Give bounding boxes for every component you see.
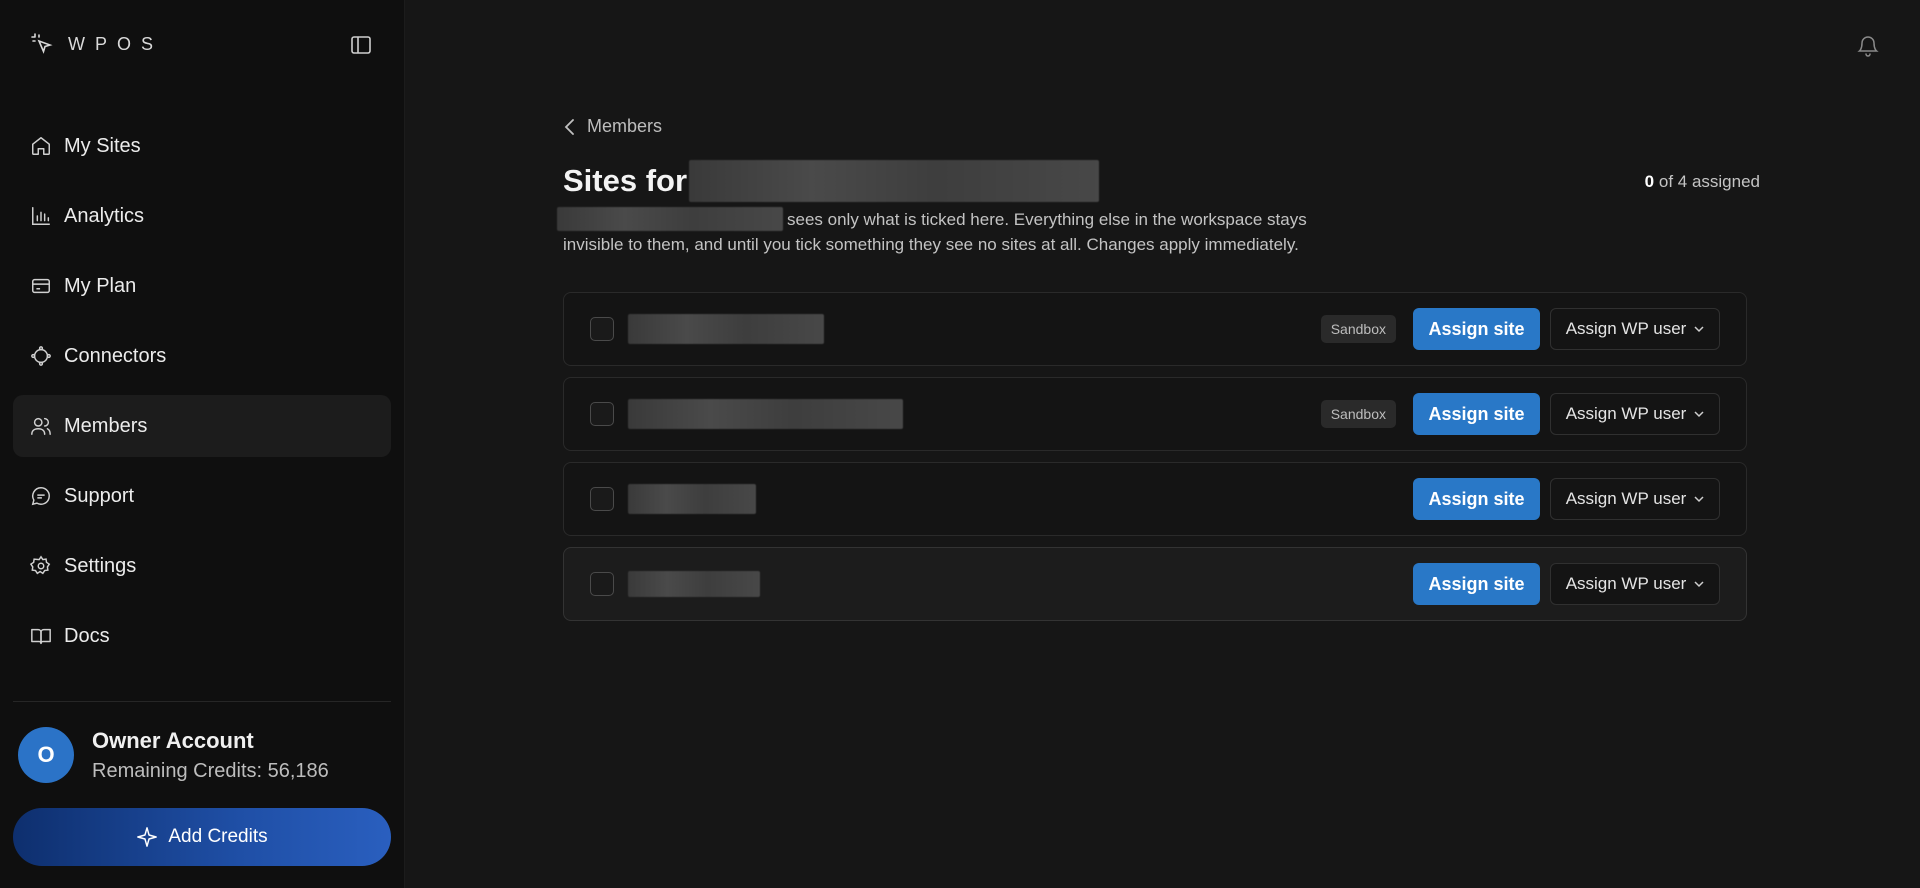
main-content: Members Sites for 0 of 4 assigned sees o… — [405, 0, 1920, 888]
remaining-credits: Remaining Credits: 56,186 — [92, 759, 329, 782]
sidebar-item-label: Connectors — [64, 344, 167, 367]
chevron-down-icon — [1694, 326, 1704, 333]
redacted-member-name — [689, 160, 1100, 202]
assign-site-button[interactable]: Assign site — [1413, 478, 1540, 520]
site-row: Assign site Assign WP user — [563, 462, 1747, 536]
page-title: Sites for — [563, 160, 1100, 202]
sidebar-item-settings[interactable]: Settings — [13, 535, 391, 597]
assign-wp-user-dropdown[interactable]: Assign WP user — [1550, 563, 1720, 605]
assign-wp-user-label: Assign WP user — [1565, 574, 1687, 593]
site-checkbox[interactable] — [590, 402, 614, 426]
site-row: Sandbox Assign site Assign WP user — [563, 377, 1747, 451]
sandbox-badge: Sandbox — [1320, 315, 1396, 343]
sidebar-item-label: My Sites — [64, 134, 141, 157]
assign-wp-user-label: Assign WP user — [1565, 489, 1687, 508]
gear-icon — [30, 555, 51, 575]
assigned-count: 0 — [1644, 172, 1655, 191]
sidebar-item-my-sites[interactable]: My Sites — [13, 115, 391, 177]
sidebar-item-members[interactable]: Members — [13, 395, 391, 457]
assign-site-button[interactable]: Assign site — [1413, 393, 1540, 435]
sidebar-item-label: My Plan — [64, 274, 137, 297]
assigned-suffix: of 4 assigned — [1658, 172, 1760, 191]
redacted-site-name — [628, 484, 756, 514]
chevron-down-icon — [1694, 496, 1704, 503]
bell-icon[interactable] — [1856, 34, 1880, 58]
sidebar-toggle-button[interactable] — [348, 32, 374, 58]
assign-site-button[interactable]: Assign site — [1413, 563, 1540, 605]
users-icon — [31, 417, 51, 435]
assign-wp-user-dropdown[interactable]: Assign WP user — [1550, 393, 1720, 435]
account-name: Owner Account — [92, 727, 254, 753]
assign-wp-user-label: Assign WP user — [1565, 319, 1687, 338]
title-prefix: Sites for — [563, 163, 688, 198]
app-root: WPOS My Sites Analytics My Plan Connecto… — [0, 0, 1920, 888]
back-label: Members — [587, 116, 663, 136]
sidebar-item-label: Members — [64, 414, 148, 437]
brand[interactable]: WPOS — [30, 32, 163, 56]
home-icon — [32, 137, 50, 155]
back-to-members-link[interactable]: Members — [563, 116, 662, 137]
site-list: Sandbox Assign site Assign WP user Sandb… — [563, 292, 1747, 632]
connector-icon — [31, 346, 51, 366]
sidebar-divider — [13, 701, 391, 702]
add-credits-button[interactable]: Add Credits — [13, 808, 391, 866]
card-icon — [32, 278, 50, 294]
assign-wp-user-dropdown[interactable]: Assign WP user — [1550, 308, 1720, 350]
assigned-counter: 0 of 4 assigned — [1645, 172, 1760, 192]
site-checkbox[interactable] — [590, 487, 614, 511]
chat-icon — [31, 487, 50, 506]
chevron-left-icon — [564, 118, 574, 135]
page-description: sees only what is ticked here. Everythin… — [557, 207, 1363, 257]
redacted-member-name — [557, 207, 783, 231]
cursor-sparkle-icon — [31, 33, 53, 54]
sidebar-item-label: Docs — [64, 624, 110, 647]
sidebar-item-analytics[interactable]: Analytics — [13, 185, 391, 247]
add-credits-label: Add Credits — [168, 826, 268, 847]
chart-icon — [32, 207, 50, 225]
site-row: Assign site Assign WP user — [563, 547, 1747, 621]
book-icon — [31, 628, 51, 645]
account-card[interactable]: O Owner Account Remaining Credits: 56,18… — [18, 727, 329, 783]
brand-name: WPOS — [68, 33, 164, 54]
sidebar-panel-icon — [351, 36, 371, 54]
sidebar: WPOS My Sites Analytics My Plan Connecto… — [0, 0, 405, 888]
sandbox-badge: Sandbox — [1320, 400, 1396, 428]
avatar: O — [18, 727, 74, 783]
site-checkbox[interactable] — [590, 317, 614, 341]
assign-site-button[interactable]: Assign site — [1413, 308, 1540, 350]
site-row: Sandbox Assign site Assign WP user — [563, 292, 1747, 366]
sidebar-item-my-plan[interactable]: My Plan — [13, 255, 391, 317]
sidebar-item-label: Support — [64, 484, 135, 507]
assign-wp-user-label: Assign WP user — [1565, 404, 1687, 423]
sparkle-icon — [137, 827, 158, 847]
redacted-site-name — [628, 399, 903, 429]
assign-wp-user-dropdown[interactable]: Assign WP user — [1550, 478, 1720, 520]
sidebar-item-docs[interactable]: Docs — [13, 605, 391, 667]
redacted-site-name — [628, 571, 760, 597]
sidebar-item-support[interactable]: Support — [13, 465, 391, 527]
sidebar-item-label: Analytics — [64, 204, 145, 227]
redacted-site-name — [628, 314, 824, 344]
sidebar-item-connectors[interactable]: Connectors — [13, 325, 391, 387]
sidebar-nav: My Sites Analytics My Plan Connectors Me… — [13, 115, 391, 675]
chevron-down-icon — [1694, 581, 1704, 588]
site-checkbox[interactable] — [590, 572, 614, 596]
chevron-down-icon — [1694, 411, 1704, 418]
sidebar-item-label: Settings — [64, 554, 137, 577]
